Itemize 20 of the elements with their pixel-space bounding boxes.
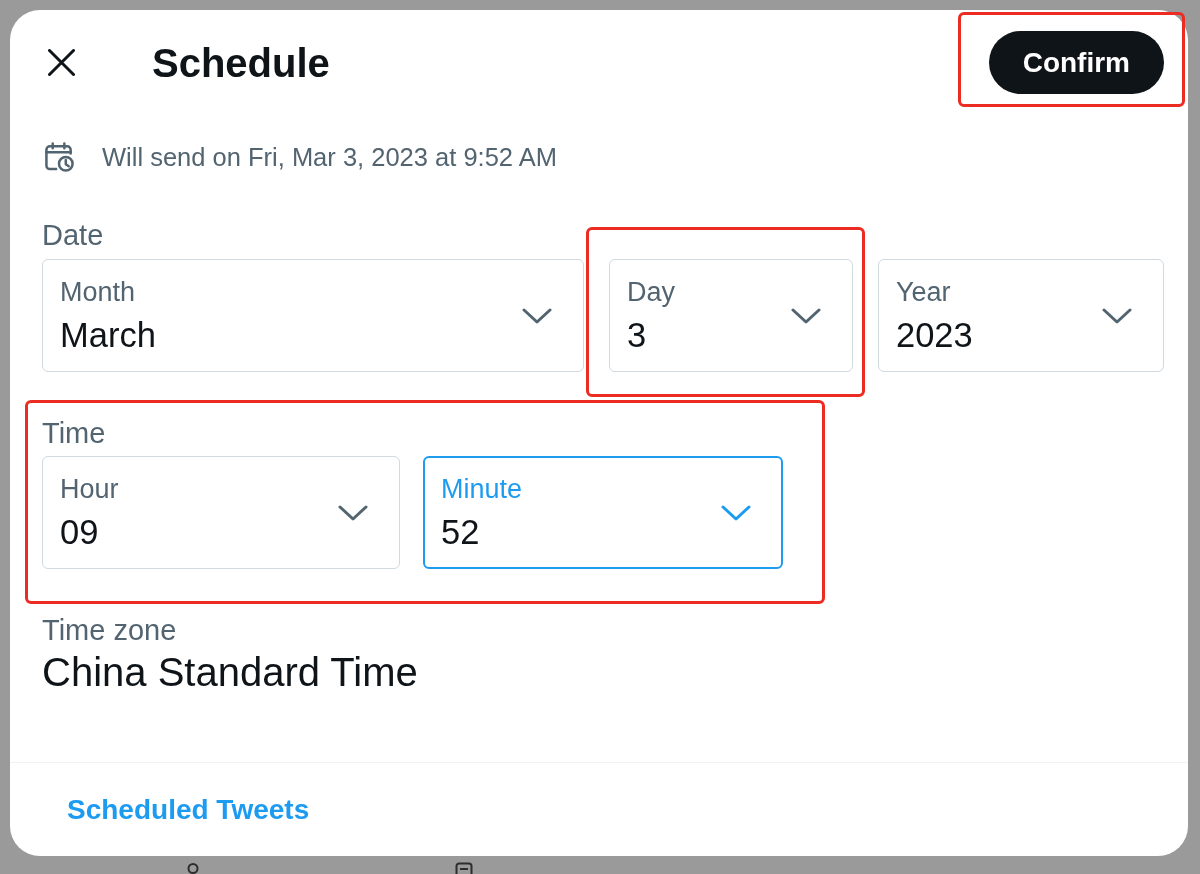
calendar-clock-icon [44, 141, 75, 172]
dropdown-field[interactable]: Month March [42, 259, 584, 372]
chevron-down-icon [721, 504, 751, 521]
section-label: Date [42, 218, 104, 252]
dropdown-field[interactable]: Minute 52 [423, 456, 783, 569]
time-zone-value: China Standard Time [42, 649, 418, 695]
schedule-summary: Will send on Fri, Mar 3, 2023 at 9:52 AM [102, 141, 557, 172]
chevron-down-icon [338, 504, 368, 521]
confirm-button[interactable]: Confirm [988, 31, 1164, 94]
chevron-down-icon [791, 307, 821, 324]
dialog-title: Schedule [152, 39, 330, 86]
dropdown-field[interactable]: Hour 09 [42, 456, 400, 569]
chevron-down-icon [522, 307, 552, 324]
dropdown-field[interactable]: Year 2023 [878, 259, 1164, 372]
ring-icon [185, 862, 201, 874]
close-icon [47, 49, 75, 76]
chevron-down-icon [1102, 307, 1132, 324]
dropdown-field[interactable]: Day 3 [609, 259, 853, 372]
section-label: Time zone [42, 613, 177, 647]
section-label: Time [42, 416, 106, 450]
